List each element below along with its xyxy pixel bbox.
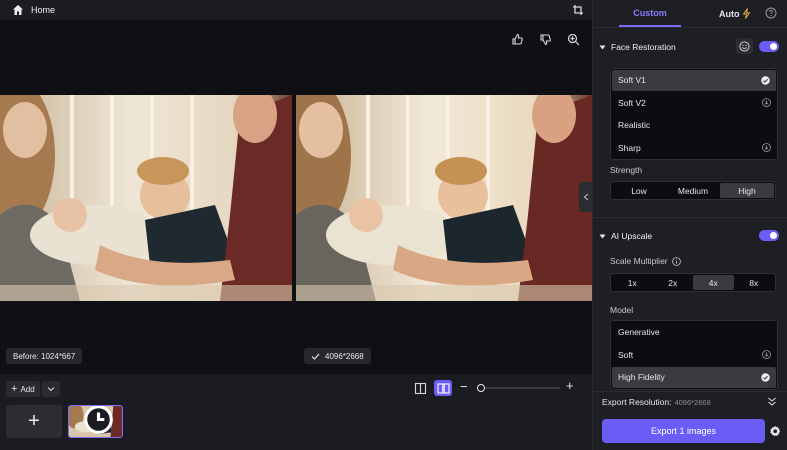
settings-panel: Custom Auto Face Restoration Soft V1 Sof…: [592, 0, 787, 450]
info-icon[interactable]: [671, 256, 681, 266]
split-view-button[interactable]: [434, 380, 452, 396]
list-item[interactable]: Soft V1: [612, 70, 776, 91]
strength-selector: Low Medium High: [610, 181, 776, 200]
strength-label: Strength: [610, 165, 643, 175]
tab-auto-label: Auto: [719, 8, 740, 19]
before-image[interactable]: [0, 95, 292, 301]
export-resolution-label: Export Resolution:: [602, 397, 672, 407]
chevron-down-icon: [47, 387, 55, 392]
face-restoration-title: Face Restoration: [611, 42, 676, 52]
face-restoration-toggle[interactable]: [759, 41, 779, 52]
zoom-slider[interactable]: [477, 384, 560, 392]
list-item[interactable]: Generative: [611, 321, 777, 344]
active-tab-indicator: [619, 25, 681, 27]
upscale-model-label: High Fidelity: [618, 372, 665, 383]
export-resolution-value: 4096*2668: [674, 398, 711, 407]
after-resolution-text: 4096*2668: [325, 351, 364, 361]
thumbs-down-icon[interactable]: [539, 33, 552, 46]
scale-option-2x[interactable]: 2x: [653, 275, 694, 290]
export-button[interactable]: Export 1 images: [602, 419, 765, 443]
thumbs-up-icon[interactable]: [511, 33, 524, 46]
strength-option-low[interactable]: Low: [612, 183, 666, 198]
section-divider: [593, 391, 787, 392]
scale-option-1x[interactable]: 1x: [612, 275, 653, 290]
face-model-list: Soft V1 Soft V2 Realistic Sharp: [610, 68, 778, 160]
mode-tabs: Custom Auto: [593, 0, 787, 28]
zoom-slider-handle[interactable]: [477, 384, 485, 392]
bottom-bar: + Add − + +: [0, 374, 592, 450]
image-thumbnail[interactable]: [68, 405, 123, 438]
tab-auto[interactable]: Auto: [719, 8, 751, 19]
plus-icon: +: [11, 382, 18, 395]
list-item[interactable]: Soft V2: [611, 92, 777, 115]
strength-option-high[interactable]: High: [720, 183, 774, 198]
gear-icon[interactable]: [769, 425, 781, 437]
scale-option-8x[interactable]: 8x: [734, 275, 775, 290]
help-icon[interactable]: [765, 7, 777, 19]
face-restoration-header[interactable]: Face Restoration: [599, 42, 676, 52]
add-image-tile[interactable]: +: [6, 405, 62, 438]
add-dropdown-button[interactable]: [41, 381, 60, 397]
crop-icon[interactable]: [572, 4, 584, 16]
download-icon[interactable]: [762, 143, 771, 153]
chevron-left-icon: [583, 193, 588, 201]
add-group: + Add: [6, 381, 60, 397]
download-icon[interactable]: [762, 98, 771, 108]
caret-down-icon: [599, 45, 606, 49]
after-resolution-badge: 4096*2668: [304, 348, 371, 364]
download-icon[interactable]: [762, 350, 771, 360]
ai-upscale-header[interactable]: AI Upscale: [599, 231, 652, 241]
after-image[interactable]: [296, 95, 592, 301]
section-divider: [593, 217, 787, 218]
top-bar: Home: [0, 0, 592, 20]
add-label: Add: [20, 384, 35, 394]
double-chevron-down-icon[interactable]: [767, 396, 777, 407]
single-view-icon[interactable]: [414, 382, 427, 395]
check-circle-icon: [761, 76, 770, 85]
clock-icon: [84, 406, 113, 434]
home-icon[interactable]: [12, 4, 24, 16]
export-resolution: Export Resolution: 4096*2668: [602, 397, 711, 407]
strength-option-medium[interactable]: Medium: [666, 183, 720, 198]
tab-custom[interactable]: Custom: [619, 8, 681, 18]
face-model-label: Soft V2: [618, 97, 646, 108]
face-model-label: Soft V1: [618, 75, 646, 86]
model-label: Model: [610, 305, 634, 315]
canvas-toolbar: [511, 33, 580, 46]
collapse-panel-button[interactable]: [579, 182, 592, 212]
scale-multiplier-label: Scale Multiplier: [610, 256, 668, 266]
list-item[interactable]: High Fidelity: [612, 367, 776, 388]
upscale-model-list: Generative Soft High Fidelity: [610, 320, 778, 390]
home-label[interactable]: Home: [31, 5, 55, 15]
add-button[interactable]: + Add: [6, 381, 40, 397]
smiley-icon: [739, 40, 750, 52]
list-item[interactable]: Soft: [611, 344, 777, 367]
preview-canvas: Before: 1024*667 4096*2668: [0, 20, 592, 374]
upscale-model-label: Soft: [618, 349, 634, 360]
face-model-label: Realistic: [618, 120, 651, 131]
before-resolution-text: Before: 1024*667: [13, 351, 76, 361]
ai-upscale-title: AI Upscale: [611, 231, 653, 241]
lightning-icon: [742, 8, 750, 19]
before-resolution-badge: Before: 1024*667: [6, 348, 83, 364]
check-icon: [311, 353, 320, 360]
face-preview-button[interactable]: [736, 38, 753, 54]
ai-upscale-toggle[interactable]: [759, 230, 779, 241]
zoom-in-button[interactable]: +: [566, 379, 574, 393]
list-item[interactable]: Realistic: [611, 114, 777, 137]
caret-down-icon: [599, 234, 606, 238]
scale-option-4x[interactable]: 4x: [693, 275, 734, 290]
scale-multiplier-selector: 1x 2x 4x 8x: [610, 273, 776, 292]
zoom-in-icon[interactable]: [567, 33, 580, 46]
scale-multiplier-label-row: Scale Multiplier: [610, 256, 681, 266]
split-view-icon: [436, 382, 450, 394]
list-item[interactable]: Sharp: [611, 137, 777, 160]
check-circle-icon: [761, 373, 770, 382]
upscale-model-label: Generative: [618, 327, 660, 338]
zoom-out-button[interactable]: −: [460, 380, 468, 394]
face-model-label: Sharp: [618, 142, 641, 153]
